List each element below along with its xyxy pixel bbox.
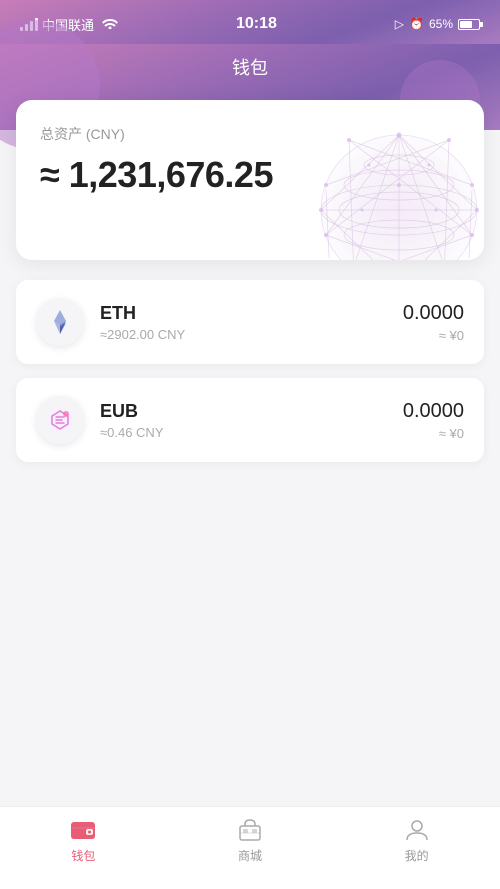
eth-name: ETH	[100, 303, 403, 324]
eth-icon	[36, 298, 84, 346]
coin-item-eub[interactable]: EUB ≈0.46 CNY 0.0000 ≈ ¥0	[16, 378, 484, 462]
nav-mine-label: 我的	[405, 847, 429, 864]
person-icon	[404, 817, 430, 843]
nav-item-wallet[interactable]: 钱包	[0, 817, 167, 864]
status-right: ▷ ⏰ 65%	[395, 17, 480, 31]
bottom-nav: 钱包 商城 我的	[0, 806, 500, 889]
asset-value: ≈ 1,231,676.25	[40, 154, 273, 195]
eub-price: ≈0.46 CNY	[100, 425, 403, 440]
shop-icon	[237, 817, 263, 843]
eub-amount: 0.0000	[403, 400, 464, 423]
asset-card: 总资产 (CNY) ≈ 1,231,676.25	[16, 100, 484, 260]
nav-item-shop[interactable]: 商城	[167, 817, 334, 864]
eth-cny: ≈ ¥0	[403, 328, 464, 343]
coin-list: ETH ≈2902.00 CNY 0.0000 ≈ ¥0 EUB	[16, 280, 484, 462]
main-content: 总资产 (CNY) ≈ 1,231,676.25	[0, 100, 500, 462]
eub-info: EUB ≈0.46 CNY	[100, 401, 403, 440]
eub-icon	[36, 396, 84, 444]
coin-item-eth[interactable]: ETH ≈2902.00 CNY 0.0000 ≈ ¥0	[16, 280, 484, 364]
battery-icon	[458, 19, 480, 30]
wifi-icon	[102, 17, 118, 32]
eth-price: ≈2902.00 CNY	[100, 327, 403, 342]
eth-amount: 0.0000	[403, 302, 464, 325]
alarm-icon: ⏰	[409, 17, 424, 31]
location-icon: ▷	[395, 17, 404, 31]
nav-wallet-label: 钱包	[71, 847, 95, 864]
eth-balance: 0.0000 ≈ ¥0	[403, 302, 464, 343]
nav-shop-label: 商城	[238, 847, 262, 864]
time-label: 10:18	[236, 15, 277, 33]
nav-item-mine[interactable]: 我的	[333, 817, 500, 864]
dome-decoration	[294, 110, 484, 260]
eth-info: ETH ≈2902.00 CNY	[100, 303, 403, 342]
battery-label: 65%	[429, 17, 453, 31]
eub-name: EUB	[100, 401, 403, 422]
eub-cny: ≈ ¥0	[403, 426, 464, 441]
eub-balance: 0.0000 ≈ ¥0	[403, 400, 464, 441]
wallet-icon	[70, 817, 96, 843]
